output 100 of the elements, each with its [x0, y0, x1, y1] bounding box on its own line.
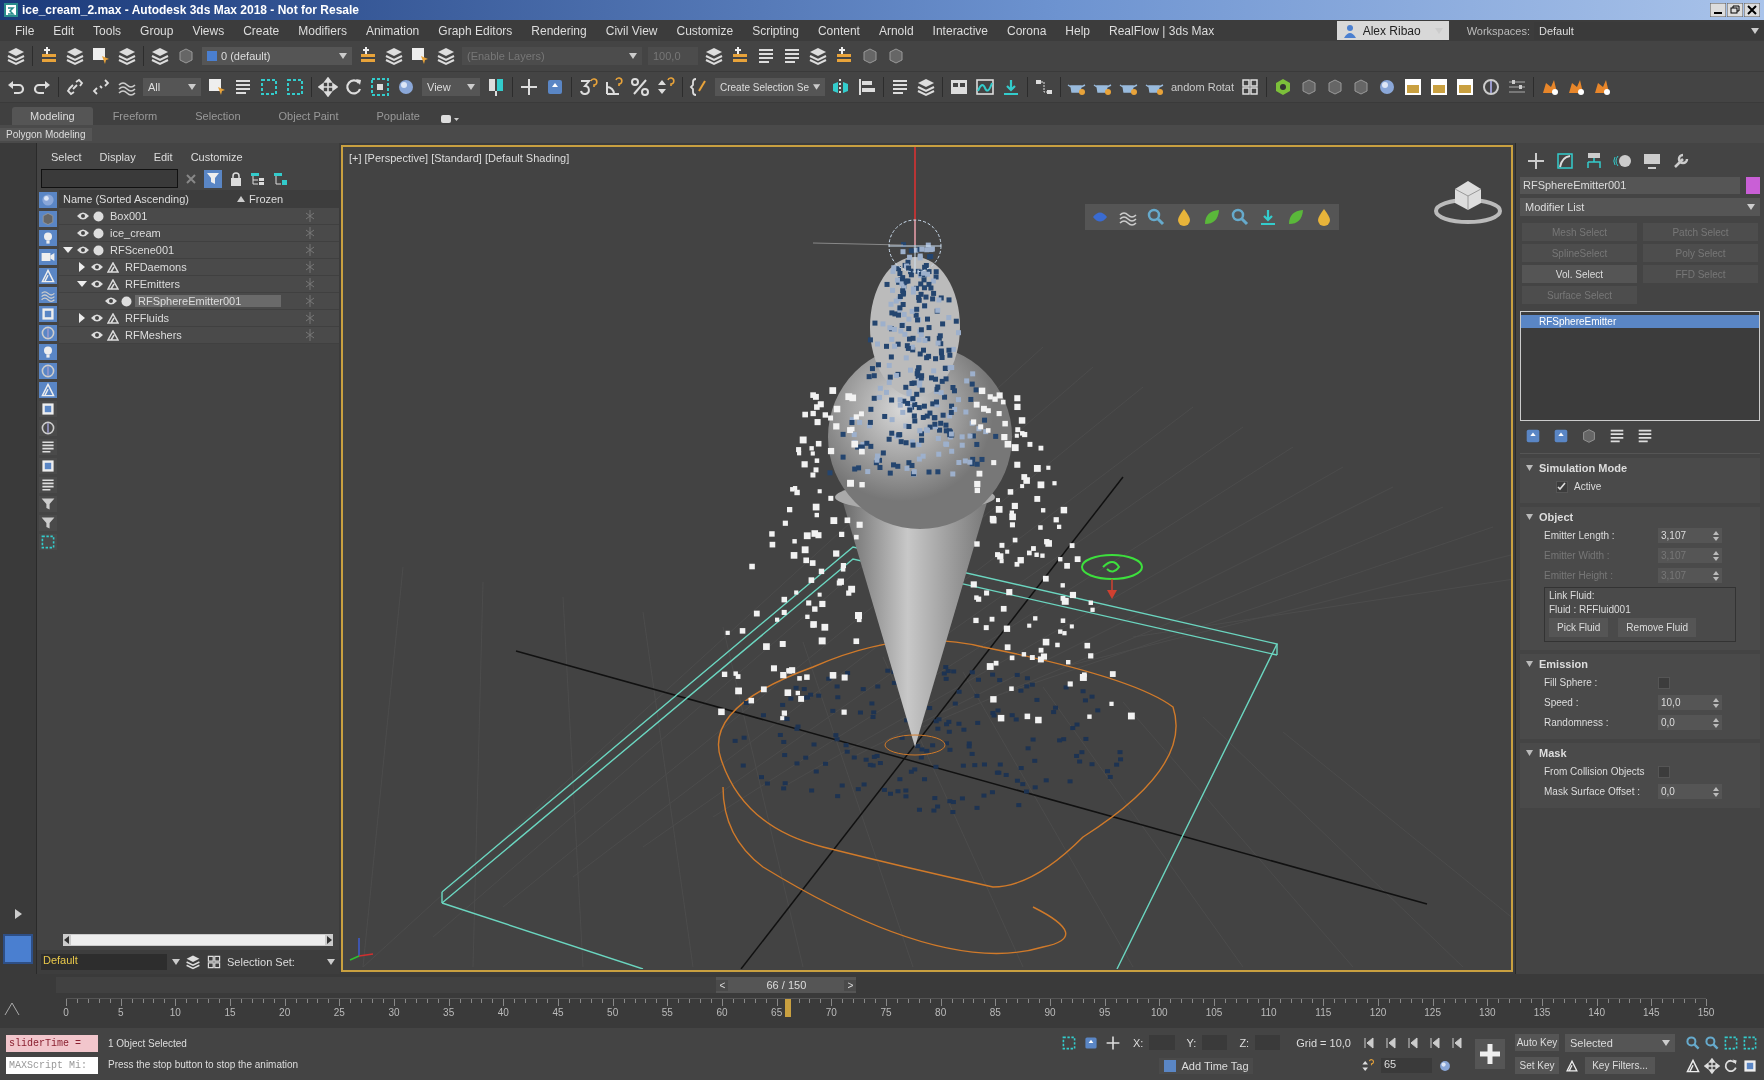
selection-set-dropdown[interactable]: Create Selection Se: [715, 78, 825, 96]
layers-icon[interactable]: [185, 954, 201, 970]
menu-item[interactable]: RealFlow | 3ds Max: [1100, 23, 1225, 38]
set-key-icon[interactable]: [1475, 1039, 1505, 1069]
explorer-menu-item[interactable]: Display: [99, 151, 136, 163]
group-filter-icon[interactable]: [40, 306, 56, 322]
circle-icon[interactable]: [1481, 77, 1501, 97]
spinner-field[interactable]: 0,0: [1658, 784, 1722, 799]
ribbon-tab[interactable]: Populate: [358, 107, 438, 125]
display-icon[interactable]: [206, 954, 222, 970]
explorer-menu-item[interactable]: Select: [51, 151, 82, 163]
ribbon-panel-tab[interactable]: Polygon Modeling: [0, 127, 92, 141]
layer-settings-icon[interactable]: [704, 46, 724, 66]
rollout-title[interactable]: Object: [1539, 511, 1574, 523]
reference-coordinate-dropdown[interactable]: View: [422, 78, 480, 96]
filter-icon[interactable]: [40, 515, 56, 531]
restore-icon[interactable]: [1727, 3, 1743, 17]
zoom-extents-icon[interactable]: [1723, 1034, 1739, 1051]
percent-snap-icon[interactable]: [630, 77, 650, 97]
menu-item[interactable]: Modifiers: [289, 23, 357, 38]
collapse-icon[interactable]: [1526, 465, 1533, 471]
render-film-icon[interactable]: [1403, 77, 1423, 97]
fluid-button[interactable]: Remove Fluid: [1618, 618, 1697, 637]
fluid-button[interactable]: Pick Fluid: [1549, 618, 1609, 637]
menu-item[interactable]: Rendering: [522, 23, 597, 38]
time-slider-thumb[interactable]: < 66 / 150 >: [716, 977, 857, 993]
tree-item[interactable]: RFMeshers: [122, 329, 185, 341]
layer-explorer-icon[interactable]: [916, 77, 936, 97]
menu-item[interactable]: File: [6, 23, 45, 38]
selection-filter-dropdown[interactable]: All: [143, 78, 201, 96]
tree-item[interactable]: RFEmitters: [122, 278, 183, 290]
expand-icon[interactable]: [77, 313, 87, 323]
ribbon-options-icon[interactable]: [439, 113, 460, 125]
menu-item[interactable]: Views: [183, 23, 235, 38]
rotate-icon[interactable]: [344, 77, 364, 97]
pan-icon[interactable]: [1704, 1057, 1720, 1074]
window-crossing-icon[interactable]: [285, 77, 305, 97]
zoom-icon[interactable]: [1685, 1034, 1701, 1051]
menu-item[interactable]: Group: [131, 23, 184, 38]
layer-dropdown[interactable]: 0 (default): [202, 47, 352, 65]
named-selection-icon[interactable]: [689, 77, 709, 97]
collapse-icon[interactable]: [1526, 661, 1533, 667]
select-object-icon[interactable]: [207, 77, 227, 97]
box-icon[interactable]: [40, 401, 56, 417]
next-frame-button[interactable]: >: [844, 979, 857, 991]
spinner-arrows-icon[interactable]: [1713, 530, 1719, 541]
menu-item[interactable]: Corona: [997, 23, 1057, 38]
key-mode-dropdown[interactable]: Selected: [1565, 1033, 1675, 1052]
lock-icon[interactable]: [229, 171, 243, 186]
layer-stack-icon[interactable]: [117, 46, 137, 66]
menu-item[interactable]: Create: [234, 23, 290, 38]
scale-icon[interactable]: [370, 77, 390, 97]
viewport-label[interactable]: [+]: [349, 152, 362, 164]
download-icon[interactable]: [1258, 207, 1278, 227]
menu-item[interactable]: Civil View: [596, 23, 668, 38]
expand-icon[interactable]: [77, 262, 87, 272]
list-icon[interactable]: [40, 439, 56, 455]
zoom-all-icon[interactable]: [1704, 1034, 1720, 1051]
ribbon-tab[interactable]: Freeform: [94, 107, 176, 125]
sphere-icon[interactable]: [1377, 77, 1397, 97]
horizontal-scrollbar[interactable]: [63, 934, 333, 946]
align-icon[interactable]: [857, 77, 877, 97]
tree-item[interactable]: ice_cream: [107, 227, 164, 239]
minimize-icon[interactable]: [1710, 3, 1726, 17]
scene-explorer-icon[interactable]: [890, 77, 910, 97]
crosshair-icon[interactable]: [519, 77, 539, 97]
orbit-icon[interactable]: [1723, 1057, 1739, 1074]
column-header[interactable]: Name (Sorted Ascending): [63, 193, 233, 205]
checkbox[interactable]: [1556, 480, 1568, 493]
checkbox[interactable]: [1658, 765, 1670, 778]
leaf-icon[interactable]: [1202, 207, 1222, 227]
clear-icon[interactable]: [185, 172, 197, 185]
list-icon[interactable]: [40, 477, 56, 493]
explorer-menu-item[interactable]: Customize: [190, 151, 243, 163]
search-icon[interactable]: [1230, 207, 1250, 227]
create-icon[interactable]: [1526, 151, 1546, 171]
move-icon[interactable]: [318, 77, 338, 97]
plugin-hex-icon[interactable]: [1273, 77, 1293, 97]
rollout-title[interactable]: Simulation Mode: [1539, 462, 1627, 474]
collapse-icon[interactable]: [77, 279, 87, 289]
spinner-arrows-icon[interactable]: [1713, 786, 1719, 797]
helper-icon[interactable]: [40, 382, 56, 398]
go-to-start-icon[interactable]: [1361, 1035, 1377, 1050]
layer-field[interactable]: Default: [41, 954, 167, 970]
menu-item[interactable]: Arnold: [869, 23, 924, 38]
box-icon[interactable]: [40, 458, 56, 474]
expand-icon[interactable]: [12, 908, 24, 920]
previous-frame-button[interactable]: <: [716, 979, 729, 991]
scroll-right-icon[interactable]: [325, 936, 333, 944]
current-frame-field[interactable]: 65: [1381, 1058, 1432, 1073]
object-color-swatch[interactable]: [1746, 177, 1760, 194]
link-icon[interactable]: [65, 77, 85, 97]
filter-icon[interactable]: [40, 496, 56, 512]
menu-item[interactable]: Edit: [44, 23, 85, 38]
tree-item[interactable]: RFDaemons: [122, 261, 190, 273]
render-film-icon[interactable]: [1429, 77, 1449, 97]
layer-list-icon[interactable]: [150, 46, 170, 66]
curve-editor-icon[interactable]: [975, 77, 995, 97]
auto-key-button[interactable]: Auto Key: [1515, 1034, 1559, 1051]
column-header[interactable]: Frozen: [249, 193, 284, 205]
